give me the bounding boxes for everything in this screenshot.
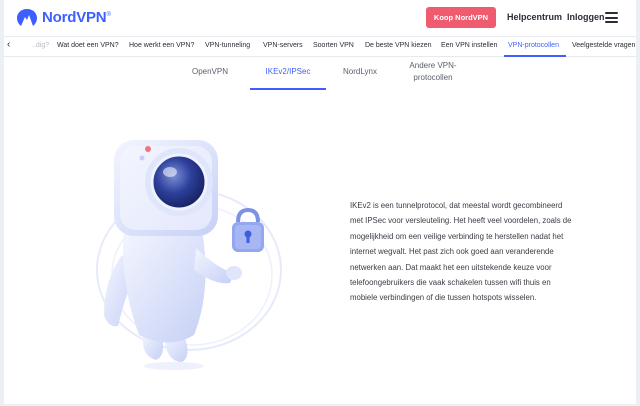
description-line: netwerken aan. Dat maakt het een uitstek… (350, 262, 552, 272)
subnav-item-setup-vpn[interactable]: Een VPN instellen (441, 42, 497, 49)
subnav-item-what-is-vpn[interactable]: Wat doet een VPN? (57, 42, 119, 49)
subnav-item-choose-vpn[interactable]: De beste VPN kiezen (365, 42, 432, 49)
section-subnav: ‹ ..dig? Wat doet een VPN? Hoe werkt een… (4, 36, 636, 57)
tab-openvpn[interactable]: OpenVPN (188, 66, 232, 78)
subnav-item-vpn-types[interactable]: Soorten VPN (313, 42, 354, 49)
tab-other-protocols[interactable]: Andere VPN-protocollen (402, 60, 464, 84)
subnav-item-vpn-tunneling[interactable]: VPN-tunneling (205, 42, 250, 49)
buy-nordvpn-button[interactable]: Koop NordVPN (426, 7, 496, 28)
description-line: mobiele verbindingen of die tussen hotsp… (350, 293, 537, 303)
robot-lock-illustration (96, 140, 282, 370)
subnav-item-faq[interactable]: Veelgestelde vragen (572, 42, 635, 49)
hamburger-menu-icon[interactable] (605, 12, 618, 23)
top-header: NordVPN® Koop NordVPN Helpcentrum Inlogg… (4, 0, 636, 36)
chevron-left-icon[interactable]: ‹ (7, 39, 10, 50)
description-line: met IPSec voor versleuteling. Het heeft … (350, 216, 572, 226)
subnav-active-indicator (504, 55, 566, 57)
tab-active-indicator (250, 88, 326, 90)
description-line: internet wegvalt. Het past zich ook goed… (350, 247, 554, 257)
description-line: telefoongebruikers die vaak schakelen tu… (350, 278, 551, 288)
tab-nordlynx[interactable]: NordLynx (338, 66, 382, 78)
login-link[interactable]: Inloggen (567, 12, 605, 22)
protocol-description: IKEv2 is een tunnelprotocol, dat meestal… (350, 198, 620, 306)
description-line: IKEv2 is een tunnelprotocol, dat meestal… (350, 201, 563, 210)
tab-ikev2-ipsec[interactable]: IKEv2/IPSec (258, 66, 318, 78)
subnav-item-how-vpn-works[interactable]: Hoe werkt een VPN? (129, 42, 194, 49)
subnav-item-vpn-servers[interactable]: VPN-servers (263, 42, 303, 49)
brand-name: NordVPN® (42, 9, 111, 26)
subnav-item-partial[interactable]: ..dig? (32, 42, 49, 49)
nordvpn-logo[interactable]: NordVPN® (16, 8, 111, 27)
help-center-link[interactable]: Helpcentrum (507, 12, 562, 22)
subnav-item-vpn-protocols[interactable]: VPN-protocollen (508, 42, 559, 49)
nordvpn-mountain-icon (17, 9, 37, 26)
page-frame: NordVPN® Koop NordVPN Helpcentrum Inlogg… (4, 0, 636, 404)
description-line: mogelijkheid om een veilige verbinding t… (350, 231, 564, 241)
